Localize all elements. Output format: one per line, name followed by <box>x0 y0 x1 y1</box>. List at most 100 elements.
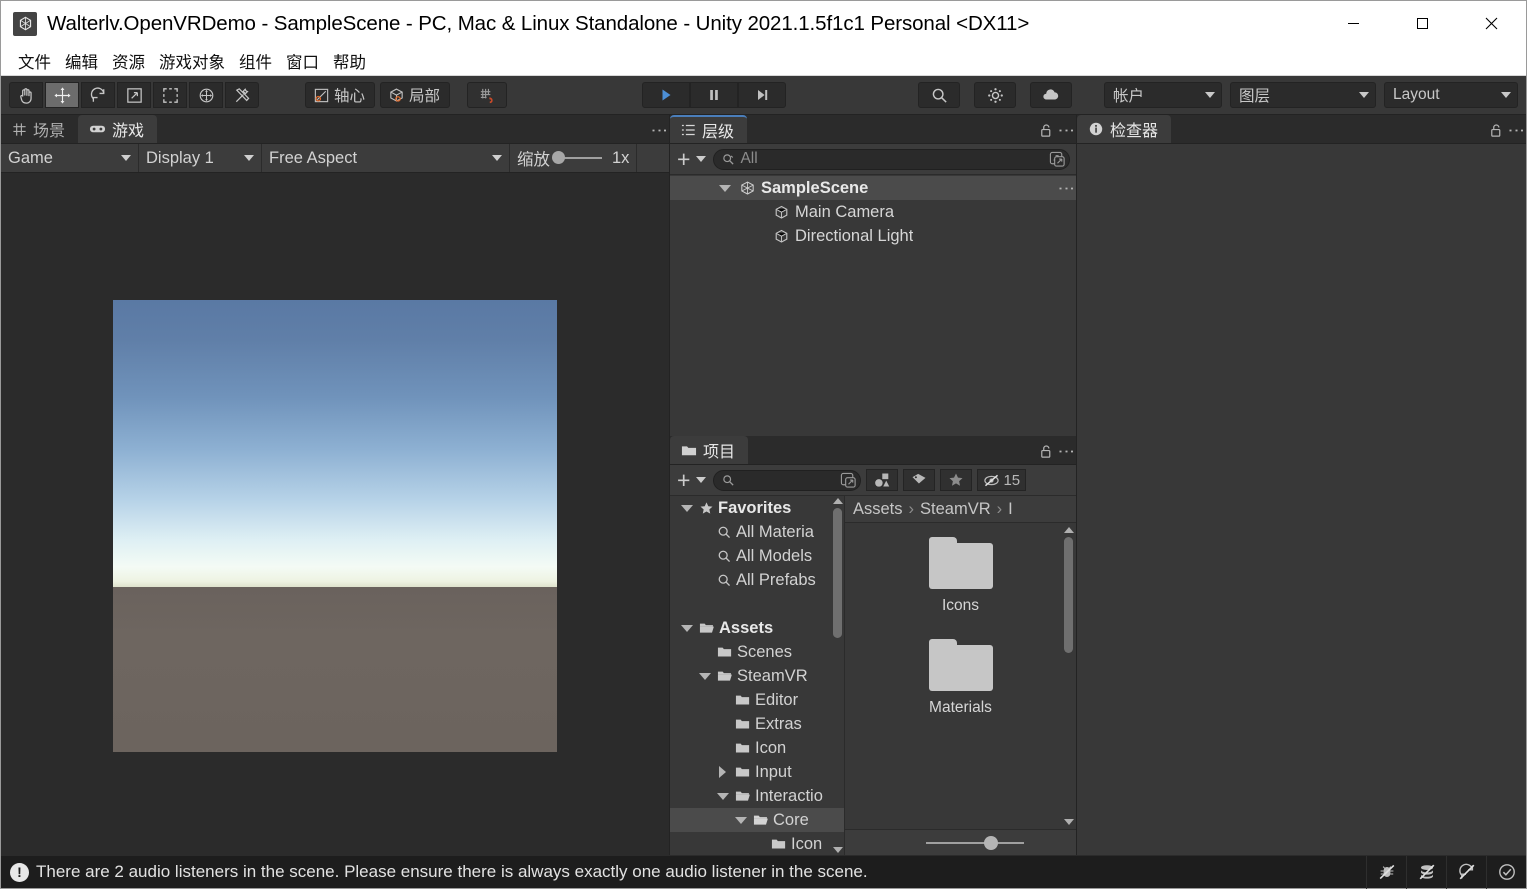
asset-item-materials[interactable]: Materials <box>845 639 1076 717</box>
kebab-menu-icon[interactable]: ⋮ <box>650 122 669 139</box>
breadcrumb-steamvr[interactable]: SteamVR <box>920 500 991 519</box>
expand-triangle[interactable] <box>714 792 731 800</box>
zoom-slider-knob[interactable] <box>552 151 565 164</box>
hierarchy-item-main-camera[interactable]: Main Camera <box>670 200 1076 224</box>
project-tree-item-core-icon[interactable]: Icon <box>670 832 844 855</box>
display-dropdown[interactable]: Display 1 <box>139 144 262 172</box>
cloud-button[interactable] <box>1030 82 1072 108</box>
menu-file[interactable]: 文件 <box>11 47 58 75</box>
project-tree-item-interactions[interactable]: Interactio <box>670 784 844 808</box>
breadcrumb-interactions[interactable]: I <box>1008 500 1013 519</box>
pivot-mode-button[interactable]: 轴心 <box>305 82 376 108</box>
layers-dropdown[interactable]: 图层 <box>1230 82 1376 108</box>
hierarchy-tree[interactable]: SampleScene ⋮ Main Camera Directional Li… <box>670 175 1076 436</box>
scroll-up-arrow-icon[interactable] <box>832 498 843 504</box>
custom-editor-tool-button[interactable] <box>225 82 259 108</box>
close-button[interactable] <box>1457 1 1526 46</box>
scroll-up-arrow-icon[interactable] <box>1063 527 1074 533</box>
scrollbar-thumb[interactable] <box>1064 537 1073 653</box>
game-target-dropdown[interactable]: Game <box>1 144 139 172</box>
tab-inspector[interactable]: 检查器 <box>1077 115 1172 143</box>
hand-tool-button[interactable] <box>9 82 43 108</box>
menu-help[interactable]: 帮助 <box>326 47 373 75</box>
scroll-down-arrow-icon[interactable] <box>832 847 843 853</box>
account-dropdown[interactable]: 帐户 <box>1104 82 1222 108</box>
project-tree-item-steamvr[interactable]: SteamVR <box>670 664 844 688</box>
tab-scene[interactable]: 场景 <box>1 115 78 143</box>
project-tree-item-input[interactable]: Input <box>670 760 844 784</box>
check-circle-icon[interactable] <box>1486 855 1526 889</box>
project-tree-item-favorites[interactable]: Favorites <box>670 496 844 520</box>
tab-hierarchy[interactable]: 层级 <box>670 115 748 143</box>
minimize-button[interactable] <box>1319 1 1388 46</box>
hierarchy-item-samplescene[interactable]: SampleScene ⋮ <box>670 176 1076 200</box>
grid-snap-button[interactable] <box>467 82 508 108</box>
transform-tool-button[interactable] <box>189 82 223 108</box>
create-gameobject-button[interactable]: + <box>675 147 708 171</box>
kebab-menu-icon[interactable]: ⋮ <box>1057 443 1076 460</box>
hierarchy-item-directional-light[interactable]: Directional Light <box>670 224 1076 248</box>
game-render-view[interactable] <box>1 173 669 855</box>
lock-open-icon[interactable] <box>1489 123 1503 138</box>
hidden-packages-button[interactable]: 15 <box>977 469 1027 491</box>
expand-search-icon[interactable] <box>840 472 857 489</box>
project-search-input[interactable] <box>713 469 862 491</box>
expand-triangle[interactable] <box>714 766 731 778</box>
debug-bug-off-icon[interactable] <box>1366 855 1406 889</box>
lock-open-icon[interactable] <box>1039 444 1053 459</box>
project-tree-item-core[interactable]: Core <box>670 808 844 832</box>
project-tree-item-all-prefabs[interactable]: All Prefabs <box>670 568 844 592</box>
project-tree-item-assets[interactable]: Assets <box>670 616 844 640</box>
play-button[interactable] <box>641 82 690 108</box>
status-bar[interactable]: ! There are 2 audio listeners in the sce… <box>1 855 1526 889</box>
expand-triangle[interactable] <box>678 504 695 512</box>
asset-item-icons[interactable]: Icons <box>845 537 1076 615</box>
menu-component[interactable]: 组件 <box>232 47 279 75</box>
project-tree-item-editor[interactable]: Editor <box>670 688 844 712</box>
tab-game[interactable]: 游戏 <box>78 115 158 143</box>
step-button[interactable] <box>737 82 786 108</box>
favorite-filter-button[interactable] <box>940 469 973 491</box>
kebab-menu-icon[interactable]: ⋮ <box>1057 122 1076 139</box>
hierarchy-search-input[interactable]: All <box>713 148 1070 170</box>
search-button[interactable] <box>918 82 960 108</box>
tab-project[interactable]: 项目 <box>670 436 749 464</box>
project-tree-scrollbar[interactable] <box>832 498 843 853</box>
expand-triangle[interactable] <box>732 816 749 824</box>
menu-gameobject[interactable]: 游戏对象 <box>152 47 232 75</box>
kebab-menu-icon[interactable]: ⋮ <box>1507 122 1526 139</box>
scrollbar-thumb[interactable] <box>833 508 842 638</box>
project-tree-item-extras[interactable]: Extras <box>670 712 844 736</box>
zoom-slider[interactable] <box>552 151 602 164</box>
expand-triangle[interactable] <box>678 624 695 632</box>
collab-button[interactable] <box>974 82 1016 108</box>
rect-transform-tool-button[interactable] <box>153 82 187 108</box>
type-filter-button[interactable] <box>866 469 899 491</box>
kebab-menu-icon[interactable]: ⋮ <box>1057 180 1076 197</box>
project-tree-item-scenes[interactable]: Scenes <box>670 640 844 664</box>
maximize-button[interactable] <box>1388 1 1457 46</box>
project-tree-item-all-models[interactable]: All Models <box>670 544 844 568</box>
create-asset-button[interactable]: + <box>675 468 708 492</box>
project-folder-tree[interactable]: Favorites All Materia All Models All Pre… <box>670 496 845 855</box>
lock-open-icon[interactable] <box>1039 123 1053 138</box>
breadcrumb-assets[interactable]: Assets <box>853 500 903 519</box>
expand-search-icon[interactable] <box>1049 151 1066 168</box>
asset-grid[interactable]: Icons Materials <box>845 523 1076 829</box>
code-coverage-off-icon[interactable] <box>1406 855 1446 889</box>
expand-triangle[interactable] <box>716 184 734 192</box>
aspect-dropdown[interactable]: Free Aspect <box>262 144 510 172</box>
scroll-down-arrow-icon[interactable] <box>1063 819 1074 825</box>
label-filter-button[interactable] <box>903 469 936 491</box>
menu-window[interactable]: 窗口 <box>279 47 326 75</box>
project-tree-item-all-materials[interactable]: All Materia <box>670 520 844 544</box>
asset-grid-scrollbar[interactable] <box>1063 527 1074 825</box>
auto-refresh-off-icon[interactable] <box>1446 855 1486 889</box>
expand-triangle[interactable] <box>696 672 713 680</box>
rotate-tool-button[interactable] <box>81 82 115 108</box>
asset-zoom-knob[interactable] <box>984 835 998 850</box>
zoom-slider-group[interactable]: 缩放 1x <box>510 144 638 172</box>
scale-tool-button[interactable] <box>117 82 151 108</box>
menu-assets[interactable]: 资源 <box>105 47 152 75</box>
layout-dropdown[interactable]: Layout <box>1384 82 1518 108</box>
